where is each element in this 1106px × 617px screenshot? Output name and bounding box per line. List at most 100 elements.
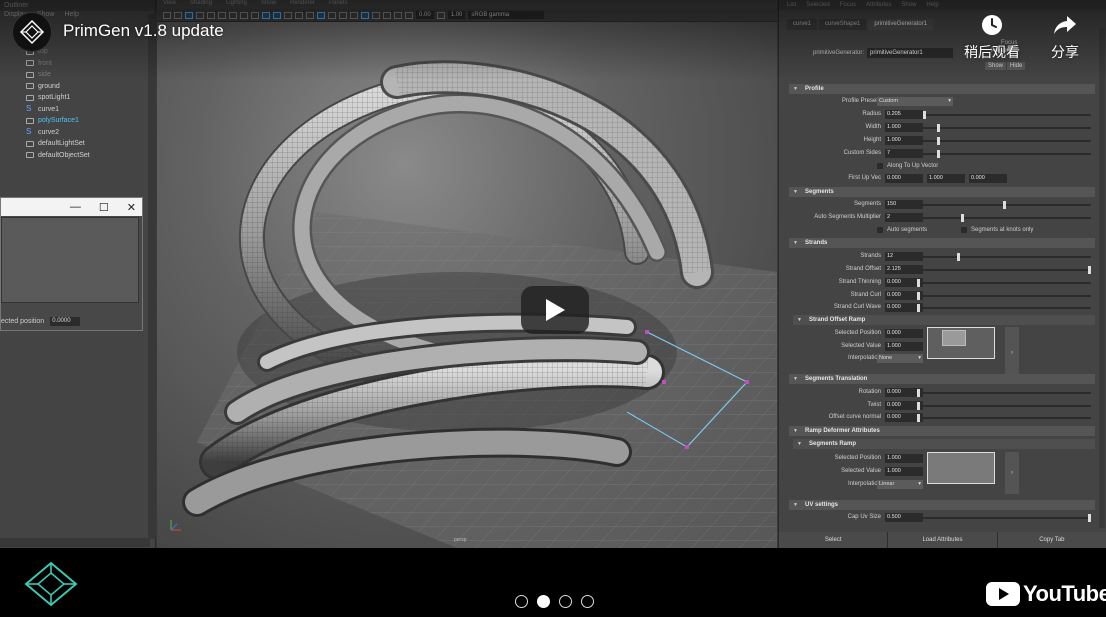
section-segments[interactable]: Segments — [789, 187, 1095, 197]
outliner-item[interactable]: Scurve1 — [0, 104, 150, 116]
vp-menu-view[interactable]: View — [163, 0, 176, 9]
node-name-field[interactable]: primitiveGenerator1 — [867, 48, 954, 58]
tab-curve1[interactable]: curve1 — [787, 19, 818, 30]
maximize-icon[interactable]: ☐ — [99, 201, 109, 214]
carousel-dot[interactable] — [515, 595, 528, 608]
isolate-icon[interactable] — [361, 11, 369, 19]
viewport-scene[interactable] — [157, 22, 777, 548]
smooth-shade-icon[interactable] — [262, 11, 270, 19]
height-slider-knob[interactable] — [937, 137, 940, 145]
offset-normal-slider-knob[interactable] — [917, 414, 920, 422]
strands-slider-knob[interactable] — [957, 253, 960, 261]
ae-menu-attributes[interactable]: Attributes — [866, 2, 891, 10]
section-segments-translation[interactable]: Segments Translation — [789, 374, 1095, 384]
film-gate-icon[interactable] — [218, 11, 226, 19]
close-icon[interactable]: ✕ — [127, 201, 136, 214]
hide-button[interactable]: Hide — [1007, 62, 1026, 70]
gamma-icon[interactable] — [436, 11, 445, 19]
custom-sides-slider-knob[interactable] — [937, 150, 940, 158]
video-player[interactable]: Outliner Display Show Help top front side g… — [0, 0, 1106, 548]
custom-sides-slider[interactable] — [917, 150, 1091, 158]
depth-of-field-icon[interactable] — [350, 11, 358, 19]
watch-later-button[interactable]: 稍后观看 — [957, 12, 1027, 62]
tab-primitivegenerator1[interactable]: primitiveGenerator1 — [868, 19, 934, 30]
grid-icon[interactable] — [207, 11, 215, 19]
textured-icon[interactable] — [284, 11, 292, 19]
load-attributes-button[interactable]: Load Attributes — [888, 532, 998, 548]
copy-tab-button[interactable]: Copy Tab — [997, 532, 1106, 548]
section-strands[interactable]: Strands — [789, 238, 1095, 248]
ae-menu-show[interactable]: Show — [901, 2, 916, 10]
outliner-item[interactable]: polySurface1 — [0, 115, 150, 127]
sr-position-field[interactable]: 1.000 — [885, 454, 923, 463]
height-slider[interactable] — [917, 137, 1091, 145]
gate-mask-icon[interactable] — [240, 11, 248, 19]
first-up-vec-y[interactable]: 1.000 — [927, 174, 965, 183]
profile-presets-dropdown[interactable]: Custom — [877, 97, 953, 106]
wireframe-on-shaded-icon[interactable] — [273, 11, 281, 19]
outliner-hscrollbar[interactable] — [0, 538, 150, 547]
field-chart-icon[interactable] — [251, 11, 259, 19]
ae-menu-help[interactable]: Help — [926, 2, 938, 10]
width-slider-knob[interactable] — [937, 124, 940, 132]
play-button[interactable] — [521, 286, 589, 334]
show-button[interactable]: Show — [985, 62, 1007, 70]
outliner-item[interactable]: defaultLightSet — [0, 138, 150, 150]
ae-menu-selected[interactable]: Selected — [806, 2, 829, 10]
ambient-occlusion-icon[interactable] — [317, 11, 325, 19]
auto-mult-slider[interactable] — [917, 214, 1091, 222]
section-profile[interactable]: Profile — [789, 84, 1095, 94]
resolution-gate-icon[interactable] — [229, 11, 237, 19]
lights-icon[interactable] — [295, 11, 303, 19]
select-button[interactable]: Select — [779, 532, 889, 548]
strand-curl-wave-slider[interactable] — [917, 304, 1091, 312]
segments-slider-knob[interactable] — [1003, 201, 1006, 209]
sr-value-field[interactable]: 1.000 — [885, 467, 923, 476]
xray-joints-icon[interactable] — [383, 11, 391, 19]
outliner-scrollbar[interactable] — [148, 14, 156, 539]
carousel-dot[interactable] — [559, 595, 572, 608]
strand-thinning-slider[interactable] — [917, 279, 1091, 287]
section-uv-settings[interactable]: UV settings — [789, 500, 1095, 510]
twist-slider-knob[interactable] — [917, 402, 920, 410]
strands-slider[interactable] — [917, 253, 1091, 261]
twist-slider[interactable] — [917, 402, 1091, 410]
auto-mult-slider-knob[interactable] — [961, 214, 964, 222]
cap-uv-slider[interactable] — [917, 514, 1091, 522]
xray-icon[interactable] — [372, 11, 380, 19]
outliner-item[interactable]: Scurve2 — [0, 127, 150, 139]
segments-ramp-expand-button[interactable]: › — [1005, 452, 1019, 494]
segments-ramp-widget[interactable] — [927, 452, 995, 484]
cap-uv-slider-knob[interactable] — [1088, 514, 1091, 522]
carousel-dot[interactable] — [581, 595, 594, 608]
ae-scrollbar[interactable] — [1099, 28, 1105, 528]
minimize-icon[interactable]: — — [70, 201, 81, 213]
section-segments-ramp[interactable]: Segments Ramp — [793, 439, 1095, 449]
ae-menu-focus[interactable]: Focus — [840, 2, 856, 10]
outliner-menu-help[interactable]: Help — [64, 11, 78, 21]
vp-menu-renderer[interactable]: Renderer — [290, 0, 315, 9]
outliner-item[interactable]: ground — [0, 81, 150, 93]
strand-offset-slider-knob[interactable] — [1088, 266, 1091, 274]
strand-curl-slider-knob[interactable] — [917, 292, 920, 300]
section-strand-offset-ramp[interactable]: Strand Offset Ramp — [793, 315, 1095, 325]
vp-menu-show[interactable]: Show — [261, 0, 276, 9]
strand-offset-ramp-widget[interactable] — [927, 327, 995, 359]
radius-slider[interactable] — [917, 111, 1091, 119]
align-up-checkbox[interactable] — [877, 163, 883, 169]
ae-menu-list[interactable]: List — [787, 2, 796, 10]
strand-offset-slider[interactable] — [917, 266, 1091, 274]
knots-only-checkbox[interactable] — [961, 227, 967, 233]
shadows-icon[interactable] — [306, 11, 314, 19]
viewport-panel[interactable]: View Shading Lighting Show Renderer Pane… — [157, 0, 777, 548]
strand-thinning-slider-knob[interactable] — [917, 279, 920, 287]
sor-interp-dropdown[interactable]: None — [877, 354, 923, 363]
first-up-vec-z[interactable]: 0.000 — [969, 174, 1007, 183]
gamma-field[interactable]: 1.00 — [447, 11, 466, 19]
outliner-item[interactable]: front — [0, 58, 150, 70]
sor-position-field[interactable]: 0.000 — [885, 329, 923, 338]
channel-avatar[interactable] — [12, 12, 52, 52]
width-slider[interactable] — [917, 124, 1091, 132]
strand-ramp-expand-button[interactable]: › — [1005, 327, 1019, 379]
section-ramp-deformer[interactable]: Ramp Deformer Attributes — [789, 426, 1095, 436]
